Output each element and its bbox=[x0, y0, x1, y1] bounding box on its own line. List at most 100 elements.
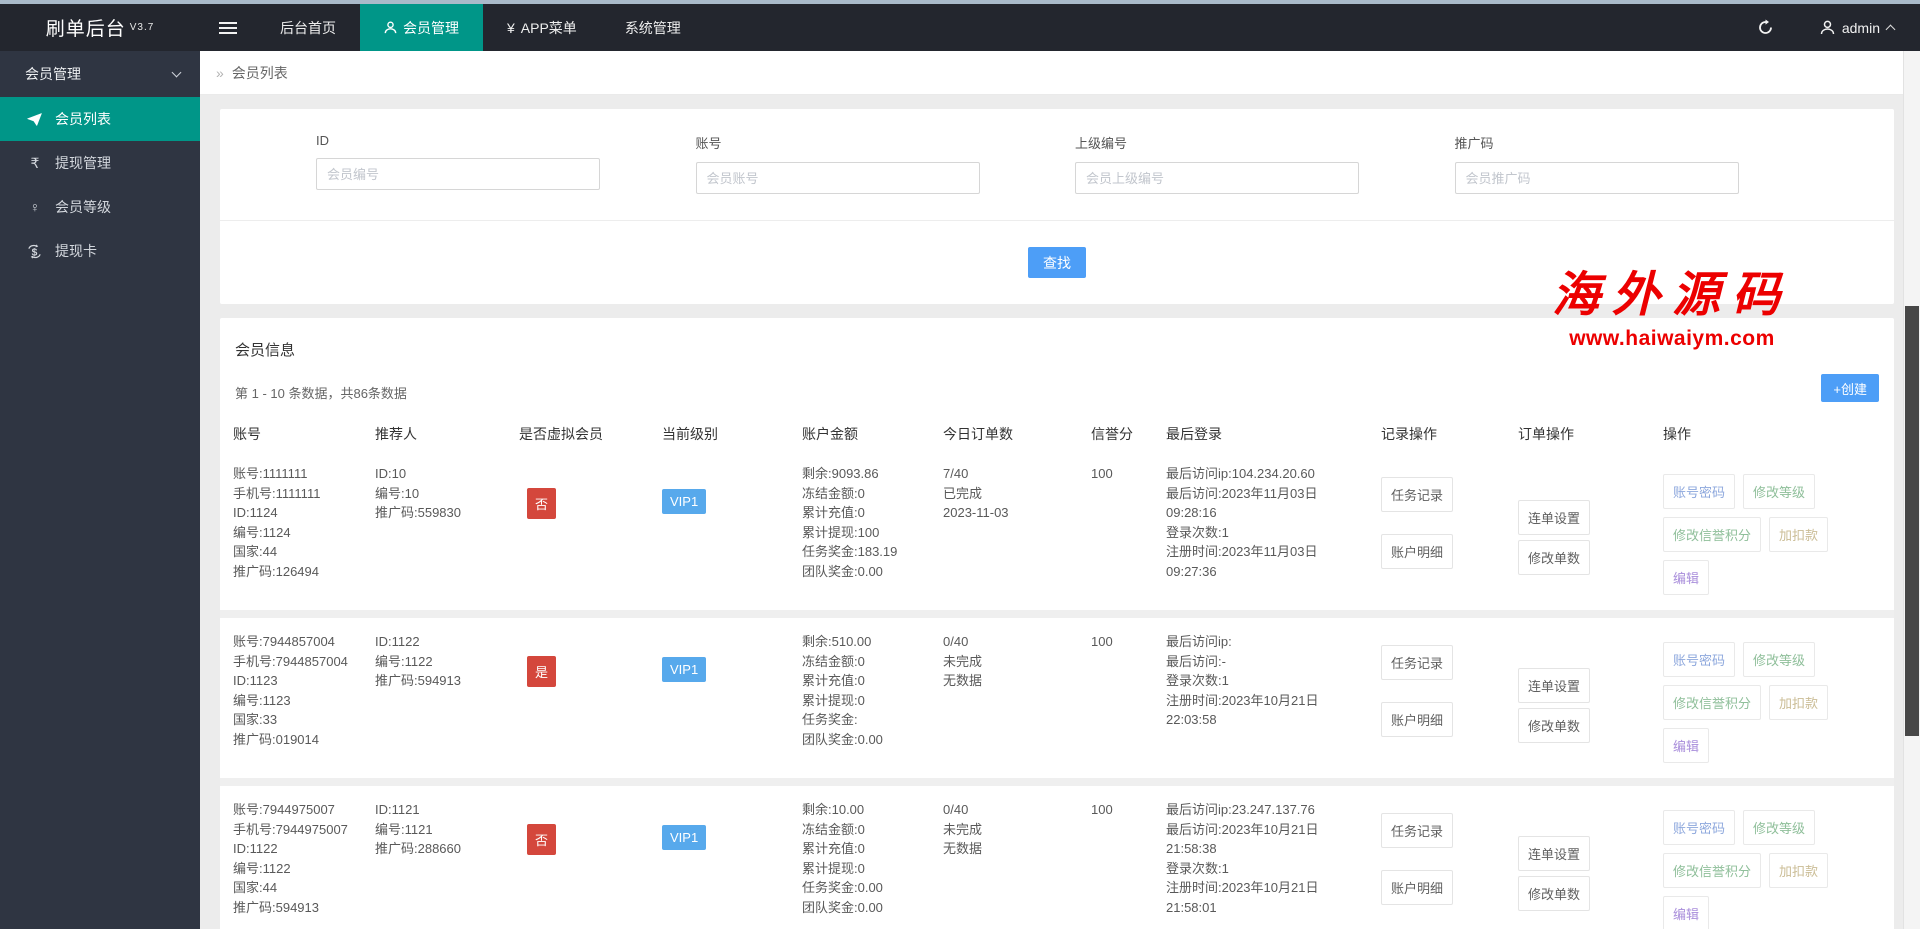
modify-level-button[interactable]: 修改等级 bbox=[1743, 474, 1816, 509]
task-record-button[interactable]: 任务记录 bbox=[1381, 645, 1454, 680]
balance-cell-line: 累计提现:0 bbox=[802, 692, 865, 708]
account-password-button[interactable]: 账号密码 bbox=[1663, 642, 1736, 677]
edit-button[interactable]: 编辑 bbox=[1663, 896, 1710, 929]
last-login-cell-line: 09:27:36 bbox=[1166, 563, 1217, 579]
add-deduct-button[interactable]: 加扣款 bbox=[1769, 853, 1829, 888]
modify-order-count-button[interactable]: 修改单数 bbox=[1518, 876, 1591, 911]
referrer-cell-line: 编号:1122 bbox=[375, 653, 433, 669]
add-deduct-button[interactable]: 加扣款 bbox=[1769, 685, 1829, 720]
referrer-cell-line: 推广码:288660 bbox=[375, 841, 461, 856]
create-member-button[interactable]: +创建 bbox=[1821, 374, 1879, 402]
chain-order-button[interactable]: 连单设置 bbox=[1518, 836, 1591, 871]
referrer-cell-line: 编号:10 bbox=[375, 485, 420, 501]
balance-cell-line: 累计充值:0 bbox=[802, 841, 865, 856]
search-button[interactable]: 查找 bbox=[1028, 247, 1086, 278]
task-record-button[interactable]: 任务记录 bbox=[1381, 813, 1454, 848]
modify-credit-button[interactable]: 修改信誉积分 bbox=[1663, 853, 1762, 888]
table-row-2: 账号:7944857004 手机号:7944857004 ID:1123 编号:112… bbox=[233, 618, 1881, 778]
field-input-2[interactable] bbox=[695, 162, 980, 194]
balance-cell: 剩余:510.00 冻结金额:0 累计充值:0 累计提现:0 任务奖金: 团队奖金:0.0… bbox=[802, 632, 943, 763]
col-header-8: 最后登录 bbox=[1166, 426, 1222, 442]
nav-item-3[interactable]: ¥ APP菜单 bbox=[483, 4, 601, 51]
credit-score-cell-line: 100 bbox=[1091, 802, 1113, 817]
balance-cell-line: 累计提现:100 bbox=[802, 524, 880, 540]
referrer-cell: ID:1121 编号:1121 推广码:288660 bbox=[375, 800, 519, 929]
dollar-swap-icon: $ bbox=[27, 243, 43, 259]
chevron-up-icon bbox=[1885, 24, 1896, 35]
field-input-3[interactable] bbox=[1075, 162, 1359, 194]
edit-button[interactable]: 编辑 bbox=[1663, 560, 1710, 595]
level-cell: VIP1 bbox=[662, 800, 802, 929]
actions-cell: 账号密码 修改等级修改信誉积分 加扣款编辑 bbox=[1663, 464, 1881, 595]
field-input-1[interactable] bbox=[316, 158, 600, 190]
level-badge: VIP1 bbox=[662, 489, 707, 514]
app-title: 刷单后台 bbox=[45, 19, 126, 40]
modify-order-count-button[interactable]: 修改单数 bbox=[1518, 708, 1591, 743]
account-detail-button[interactable]: 账户明细 bbox=[1381, 870, 1454, 905]
rupee-icon: ₹ bbox=[30, 154, 40, 171]
last-login-cell: 最后访问ip: 最后访问:- 登录次数:1 注册时间:2023年10月21日 22:03… bbox=[1166, 632, 1381, 763]
referrer-cell-line: 编号:1121 bbox=[375, 821, 433, 837]
modify-order-count-button[interactable]: 修改单数 bbox=[1518, 540, 1591, 575]
sidebar-item-4[interactable]: $ 提现卡 bbox=[0, 229, 200, 273]
main-area: » 会员列表 ID 账号 上级编号 推广码 查找 会员信息 第 1 - 10 条数据，… bbox=[200, 51, 1920, 929]
hamburger-icon bbox=[219, 19, 237, 37]
member-account-cell-line: 账号:7944975007 bbox=[233, 802, 335, 817]
modify-credit-button[interactable]: 修改信誉积分 bbox=[1663, 517, 1762, 552]
member-account-cell-line: 账号:1111111 bbox=[233, 466, 308, 481]
collapse-menu-button[interactable] bbox=[200, 4, 256, 51]
vertical-scrollbar[interactable] bbox=[1903, 51, 1920, 929]
admin-menu[interactable]: admin bbox=[1794, 4, 1920, 51]
sidebar-item-label: 提现管理 bbox=[55, 155, 111, 171]
edit-button[interactable]: 编辑 bbox=[1663, 728, 1710, 763]
sidebar-item-2[interactable]: ₹ 提现管理 bbox=[0, 141, 200, 185]
chain-order-button[interactable]: 连单设置 bbox=[1518, 500, 1591, 535]
nav-item-2[interactable]: 会员管理 bbox=[360, 4, 483, 51]
sidebar-group-member-management[interactable]: 会员管理 bbox=[0, 51, 200, 97]
account-password-button[interactable]: 账号密码 bbox=[1663, 474, 1736, 509]
nav-item-1[interactable]: 后台首页 bbox=[256, 4, 360, 51]
nav-item-4[interactable]: 系统管理 bbox=[601, 4, 705, 51]
refresh-button[interactable] bbox=[1738, 4, 1794, 51]
scrollbar-thumb[interactable] bbox=[1905, 306, 1919, 736]
col-header-2: 推荐人 bbox=[375, 426, 417, 442]
balance-cell-line: 剩余:9093.86 bbox=[802, 466, 879, 481]
today-orders-cell-line: 无数据 bbox=[943, 673, 983, 688]
chain-order-button[interactable]: 连单设置 bbox=[1518, 668, 1591, 703]
last-login-cell-line: 最后访问ip:104.234.20.60 bbox=[1166, 466, 1315, 481]
modify-level-button[interactable]: 修改等级 bbox=[1743, 810, 1816, 845]
modify-credit-button[interactable]: 修改信誉积分 bbox=[1663, 685, 1762, 720]
member-account-cell-line: 手机号:1111111 bbox=[233, 485, 321, 501]
balance-cell-line: 任务奖金:0.00 bbox=[802, 880, 883, 895]
top-header: 刷单后台 V3.7 后台首页 会员管理 ¥ APP菜单 系统管理 admin bbox=[0, 4, 1920, 51]
today-orders-cell-line: 未完成 bbox=[943, 653, 983, 669]
today-orders-cell-line: 0/40 bbox=[943, 634, 969, 649]
sidebar: 会员管理 会员列表 ₹ 提现管理 ♀ 会员等级 $ 提现卡 bbox=[0, 51, 200, 929]
sidebar-item-1[interactable]: 会员列表 bbox=[0, 97, 200, 141]
last-login-cell-line: 登录次数:1 bbox=[1166, 673, 1229, 688]
search-form-card: ID 账号 上级编号 推广码 查找 bbox=[220, 109, 1894, 304]
card-title: 会员信息 bbox=[235, 342, 296, 359]
field-input-4[interactable] bbox=[1454, 162, 1739, 194]
last-login-cell-line: 登录次数:1 bbox=[1166, 860, 1229, 876]
today-orders-cell: 7/40 已完成 2023-11-03 bbox=[943, 464, 1091, 595]
task-record-button[interactable]: 任务记录 bbox=[1381, 477, 1454, 512]
account-password-button[interactable]: 账号密码 bbox=[1663, 810, 1736, 845]
member-account-cell: 账号:7944857004 手机号:7944857004 ID:1123 编号:112… bbox=[233, 632, 375, 763]
admin-username: admin bbox=[1841, 19, 1880, 36]
account-detail-button[interactable]: 账户明细 bbox=[1381, 702, 1454, 737]
sidebar-item-3[interactable]: ♀ 会员等级 bbox=[0, 185, 200, 229]
referrer-cell: ID:1122 编号:1122 推广码:594913 bbox=[375, 632, 519, 763]
member-account-cell-line: 手机号:7944857004 bbox=[233, 653, 348, 669]
credit-score-cell: 100 bbox=[1091, 800, 1166, 929]
modify-level-button[interactable]: 修改等级 bbox=[1743, 642, 1816, 677]
credit-score-cell: 100 bbox=[1091, 464, 1166, 595]
account-detail-button[interactable]: 账户明细 bbox=[1381, 534, 1454, 569]
field-label: 推广码 bbox=[1454, 136, 1494, 151]
today-orders-cell-line: 7/40 bbox=[943, 466, 969, 481]
record-actions-cell: 任务记录 账户明细 bbox=[1381, 800, 1518, 929]
add-deduct-button[interactable]: 加扣款 bbox=[1769, 517, 1829, 552]
nav-item-label: APP菜单 bbox=[520, 19, 577, 36]
level-cell: VIP1 bbox=[662, 464, 802, 595]
member-account-cell-line: 国家:44 bbox=[233, 544, 278, 559]
